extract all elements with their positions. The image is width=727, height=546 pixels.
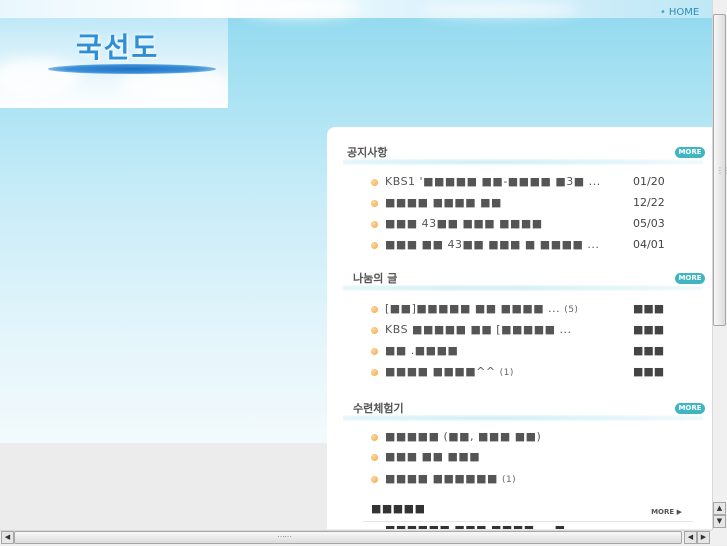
post-title[interactable]: [■■]■■■■■ ■■ ■■■■ ... (5) <box>385 302 578 315</box>
grip-icon: ⋮⋮ <box>716 166 727 175</box>
more-label: MORE <box>651 508 675 516</box>
logo-swoosh <box>48 64 216 74</box>
notice-date: 12/22 <box>633 196 665 209</box>
post-title[interactable]: ■■■■ ■■■■■■ (1) <box>385 472 516 485</box>
scroll-up-button[interactable]: ▲ <box>713 502 726 515</box>
bullet-icon <box>371 454 378 461</box>
notices-title[interactable]: 공지사항 <box>347 144 387 160</box>
scroll-down-button[interactable]: ▼ <box>713 515 726 528</box>
nav-home-link[interactable]: HOME <box>669 7 699 18</box>
post-author: ■■■ <box>633 365 665 378</box>
list-item[interactable]: ■■■■ ■■■■ ■■ 12/22 <box>371 195 706 213</box>
list-item[interactable]: [■■]■■■■■ ■■ ■■■■ ... (5) ■■■ <box>371 301 706 319</box>
comment-count: (1) <box>501 475 517 485</box>
list-item[interactable]: ■■■■ ■■■■■■ (1) <box>371 471 706 489</box>
scroll-left-button[interactable]: ◀ <box>684 531 697 544</box>
list-item[interactable]: ■■■■■ (■■, ■■■ ■■) <box>371 429 706 447</box>
notice-date: 01/20 <box>633 175 665 188</box>
list-item[interactable]: ■■■ ■■ ■■■ <box>371 449 706 467</box>
sharing-title[interactable]: 나눔의 글 <box>353 270 397 286</box>
scrollbar-corner <box>712 530 727 545</box>
grip-icon: ⋯⋯ <box>277 532 292 541</box>
training-more-button[interactable]: MORE <box>675 403 705 414</box>
notice-title[interactable]: ■■■ ■■ 43■■ ■■■ ■ ■■■■ ... <box>385 238 599 251</box>
bullet-icon <box>371 242 378 249</box>
post-title-text[interactable]: ■■■■ ■■■■^^ <box>385 365 496 378</box>
list-item[interactable]: KBS ■■■■■ ■■ [■■■■■ ... ■■■ <box>371 322 706 340</box>
bullet-icon <box>371 327 378 334</box>
notice-title[interactable]: KBS1 '■■■■■ ■■-■■■■ ■3■ ... <box>385 175 601 188</box>
content-panel: 공지사항 MORE KBS1 '■■■■■ ■■-■■■■ ■3■ ... 01… <box>327 127 712 529</box>
cloud-decoration <box>420 2 580 18</box>
bullet-icon <box>371 434 378 441</box>
section-divider <box>343 159 703 165</box>
notices-more-button[interactable]: MORE <box>675 147 705 158</box>
bullet-icon <box>371 200 378 207</box>
section-divider <box>343 415 703 421</box>
extra-section-title[interactable]: ■■■■■ <box>371 502 425 515</box>
training-title[interactable]: 수련체험기 <box>353 400 404 416</box>
list-item[interactable]: ■■ .■■■■ ■■■ <box>371 343 706 361</box>
post-author: ■■■ <box>633 302 665 315</box>
notice-title[interactable]: ■■■■ ■■■■ ■■ <box>385 196 502 209</box>
notice-date: 05/03 <box>633 217 665 230</box>
bullet-icon <box>371 348 378 355</box>
post-title[interactable]: ■■■ ■■ ■■■ <box>385 450 480 463</box>
post-title-text[interactable]: ■■■■ ■■■■■■ <box>385 472 498 485</box>
scroll-right-button[interactable]: ▶ <box>697 531 710 544</box>
cloud-decoration <box>0 58 80 98</box>
logo-text: 국선도 <box>76 31 160 64</box>
arrow-right-icon: ▶ <box>676 508 682 516</box>
notice-title[interactable]: ■■■ 43■■ ■■■ ■■■■ <box>385 217 543 230</box>
post-author: ■■■ <box>633 323 665 336</box>
bullet-icon <box>371 179 378 186</box>
comment-count: (5) <box>564 305 579 315</box>
section-divider <box>343 285 703 291</box>
list-item[interactable]: ■■■■■■ ■■■ ■■■■ ... ■ <box>385 523 565 529</box>
post-title-text[interactable]: [■■]■■■■■ ■■ ■■■■ ... <box>385 302 560 315</box>
list-item[interactable]: ■■■■ ■■■■^^ (1) ■■■ <box>371 364 706 382</box>
sharing-more-button[interactable]: MORE <box>675 273 705 284</box>
post-title[interactable]: KBS ■■■■■ ■■ [■■■■■ ... <box>385 323 572 336</box>
bullet-icon: • <box>660 7 666 18</box>
logo[interactable]: 국선도 <box>0 18 228 108</box>
list-item[interactable]: KBS1 '■■■■■ ■■-■■■■ ■3■ ... 01/20 <box>371 174 706 192</box>
notice-date: 04/01 <box>633 238 665 251</box>
extra-more-button[interactable]: MORE ▶ <box>651 508 682 516</box>
list-item[interactable]: ■■■ ■■ 43■■ ■■■ ■ ■■■■ ... 04/01 <box>371 237 706 255</box>
post-author: ■■■ <box>633 344 665 357</box>
post-title[interactable]: ■■■■ ■■■■^^ (1) <box>385 365 514 378</box>
bullet-icon <box>371 221 378 228</box>
post-title[interactable]: ■■■■■ (■■, ■■■ ■■) <box>385 430 541 443</box>
post-title[interactable]: ■■ .■■■■ <box>385 344 458 357</box>
scroll-left-button[interactable]: ◀ <box>1 531 14 544</box>
divider-line <box>363 521 693 522</box>
horizontal-scroll-thumb[interactable] <box>14 531 682 544</box>
comment-count: (1) <box>499 368 514 378</box>
bullet-icon <box>371 369 378 376</box>
bullet-icon <box>371 306 378 313</box>
bullet-icon <box>371 476 378 483</box>
list-item[interactable]: ■■■ 43■■ ■■■ ■■■■ 05/03 <box>371 216 706 234</box>
